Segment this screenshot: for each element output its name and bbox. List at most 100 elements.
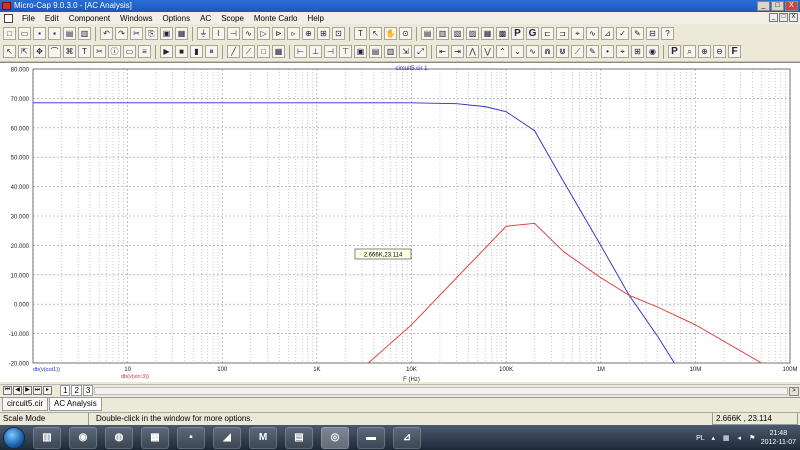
resistor-icon[interactable]: ⌇: [212, 27, 225, 40]
page-tab-1[interactable]: 1: [60, 385, 71, 396]
global-low-icon[interactable]: ⋓: [556, 45, 569, 58]
tray-arrow-icon[interactable]: ▴: [709, 434, 718, 443]
file-tab-ac-analysis[interactable]: AC Analysis: [49, 398, 102, 411]
g-key-button[interactable]: G: [526, 27, 539, 40]
f-key-button[interactable]: F: [728, 45, 741, 58]
palette-icon[interactable]: ◉: [646, 45, 659, 58]
flipflop-icon[interactable]: ⊐: [556, 27, 569, 40]
start-button[interactable]: [3, 426, 25, 449]
nav-next-icon[interactable]: ▶: [23, 386, 32, 395]
menu-file[interactable]: File: [17, 14, 40, 23]
pause-icon[interactable]: ⏸: [205, 45, 218, 58]
slope-icon[interactable]: ⟋: [571, 45, 584, 58]
probe-icon[interactable]: ⌖: [571, 27, 584, 40]
table-icon[interactable]: ▩: [496, 27, 509, 40]
inductor-icon[interactable]: ∿: [242, 27, 255, 40]
align-center-icon[interactable]: ⊥: [309, 45, 322, 58]
new-file-icon[interactable]: □: [3, 27, 16, 40]
acrobat-app-icon[interactable]: ◢: [213, 426, 241, 449]
cut-icon[interactable]: ✂: [130, 27, 143, 40]
box2-icon[interactable]: ▤: [369, 45, 382, 58]
menu-options[interactable]: Options: [158, 14, 196, 23]
plot-area[interactable]: 80.000 70.000 60.000 50.000 40.000 30.000 20.0…: [0, 62, 800, 383]
redo-icon[interactable]: ↷: [115, 27, 128, 40]
plot-icon[interactable]: ⊟: [646, 27, 659, 40]
line-icon[interactable]: ╱: [227, 45, 240, 58]
table-view-icon[interactable]: ▦: [272, 45, 285, 58]
microcap-icon[interactable]: ◎: [321, 426, 349, 449]
stop-icon[interactable]: ■: [175, 45, 188, 58]
run-icon[interactable]: ▶: [160, 45, 173, 58]
nav-last-icon[interactable]: ⏭: [33, 386, 42, 395]
horizontal-scrollbar[interactable]: >: [94, 387, 799, 396]
zoom-in-icon[interactable]: ⊕: [698, 45, 711, 58]
marker-icon[interactable]: ⊿: [601, 27, 614, 40]
floppy-icon[interactable]: ▪: [177, 426, 205, 449]
explorer-icon[interactable]: ▥: [33, 426, 61, 449]
pan-icon[interactable]: ✋: [384, 27, 397, 40]
network-tray-icon[interactable]: ▦: [722, 434, 731, 443]
library-icon[interactable]: ▦: [141, 426, 169, 449]
cursor-left-icon[interactable]: ⇤: [436, 45, 449, 58]
list-icon[interactable]: ≡: [138, 45, 151, 58]
menu-component[interactable]: Component: [64, 14, 115, 23]
waveform-icon[interactable]: ∿: [586, 27, 599, 40]
network-icon[interactable]: ◍: [105, 426, 133, 449]
pen-icon[interactable]: ✎: [586, 45, 599, 58]
clock[interactable]: 21:48 2012-11-07: [761, 429, 796, 447]
cascade-icon[interactable]: ▧: [451, 27, 464, 40]
box3-icon[interactable]: ▥: [384, 45, 397, 58]
edit-icon[interactable]: ✎: [631, 27, 644, 40]
print-preview-icon[interactable]: ▥: [78, 27, 91, 40]
rectangle-icon[interactable]: □: [257, 45, 270, 58]
close-button[interactable]: X: [785, 1, 798, 11]
check-icon[interactable]: ✓: [616, 27, 629, 40]
scale-icon[interactable]: ⇲: [399, 45, 412, 58]
low-icon[interactable]: ⌄: [511, 45, 524, 58]
grid-icon[interactable]: ▦: [481, 27, 494, 40]
nav-end-icon[interactable]: ▸: [43, 386, 52, 395]
pdf-icon[interactable]: ⊿: [393, 426, 421, 449]
diode-icon[interactable]: ▷: [257, 27, 270, 40]
cursor-right-icon[interactable]: ⇥: [451, 45, 464, 58]
gate-icon[interactable]: ⊏: [541, 27, 554, 40]
graph-icon[interactable]: ⌒: [48, 45, 61, 58]
text-tool-icon[interactable]: T: [78, 45, 91, 58]
box-icon[interactable]: ▣: [354, 45, 367, 58]
doc-close-button[interactable]: X: [789, 13, 798, 22]
doc-minimize-button[interactable]: _: [769, 13, 778, 22]
battery-icon[interactable]: ⊞: [317, 27, 330, 40]
document-icon[interactable]: [4, 13, 13, 23]
page-tab-3[interactable]: 3: [82, 385, 94, 396]
component-icon[interactable]: ⊡: [332, 27, 345, 40]
undo-icon[interactable]: ↶: [100, 27, 113, 40]
scroll-right-icon[interactable]: >: [789, 387, 799, 396]
save-all-icon[interactable]: ▪: [48, 27, 61, 40]
save-icon[interactable]: ▪: [33, 27, 46, 40]
step-icon[interactable]: ▮: [190, 45, 203, 58]
doc-restore-button[interactable]: □: [779, 13, 788, 22]
page-tab-2[interactable]: 2: [71, 385, 82, 396]
align-left-icon[interactable]: ⊢: [294, 45, 307, 58]
chart-app-icon[interactable]: ▤: [285, 426, 313, 449]
nav-prev-icon[interactable]: ◀: [13, 386, 22, 395]
zoom-out-icon[interactable]: ⊖: [713, 45, 726, 58]
find-icon[interactable]: ⌕: [683, 45, 696, 58]
cursor-icon[interactable]: ↖: [369, 27, 382, 40]
move-icon[interactable]: ✥: [33, 45, 46, 58]
menu-ac[interactable]: AC: [195, 14, 216, 23]
link-icon[interactable]: ⌘: [63, 45, 76, 58]
volume-icon[interactable]: ◂: [735, 434, 744, 443]
maximize-button[interactable]: □: [771, 1, 784, 11]
tile-vertical-icon[interactable]: ▥: [436, 27, 449, 40]
dialog-icon[interactable]: ▭: [123, 45, 136, 58]
copy-icon[interactable]: ⎘: [145, 27, 158, 40]
window-icon[interactable]: ▨: [466, 27, 479, 40]
menu-windows[interactable]: Windows: [115, 14, 157, 23]
firefox-icon[interactable]: ◉: [69, 426, 97, 449]
high-icon[interactable]: ⌃: [496, 45, 509, 58]
inflection-icon[interactable]: ∿: [526, 45, 539, 58]
info-icon[interactable]: ⓘ: [108, 45, 121, 58]
minimize-button[interactable]: _: [757, 1, 770, 11]
language-indicator[interactable]: PL: [696, 435, 705, 442]
